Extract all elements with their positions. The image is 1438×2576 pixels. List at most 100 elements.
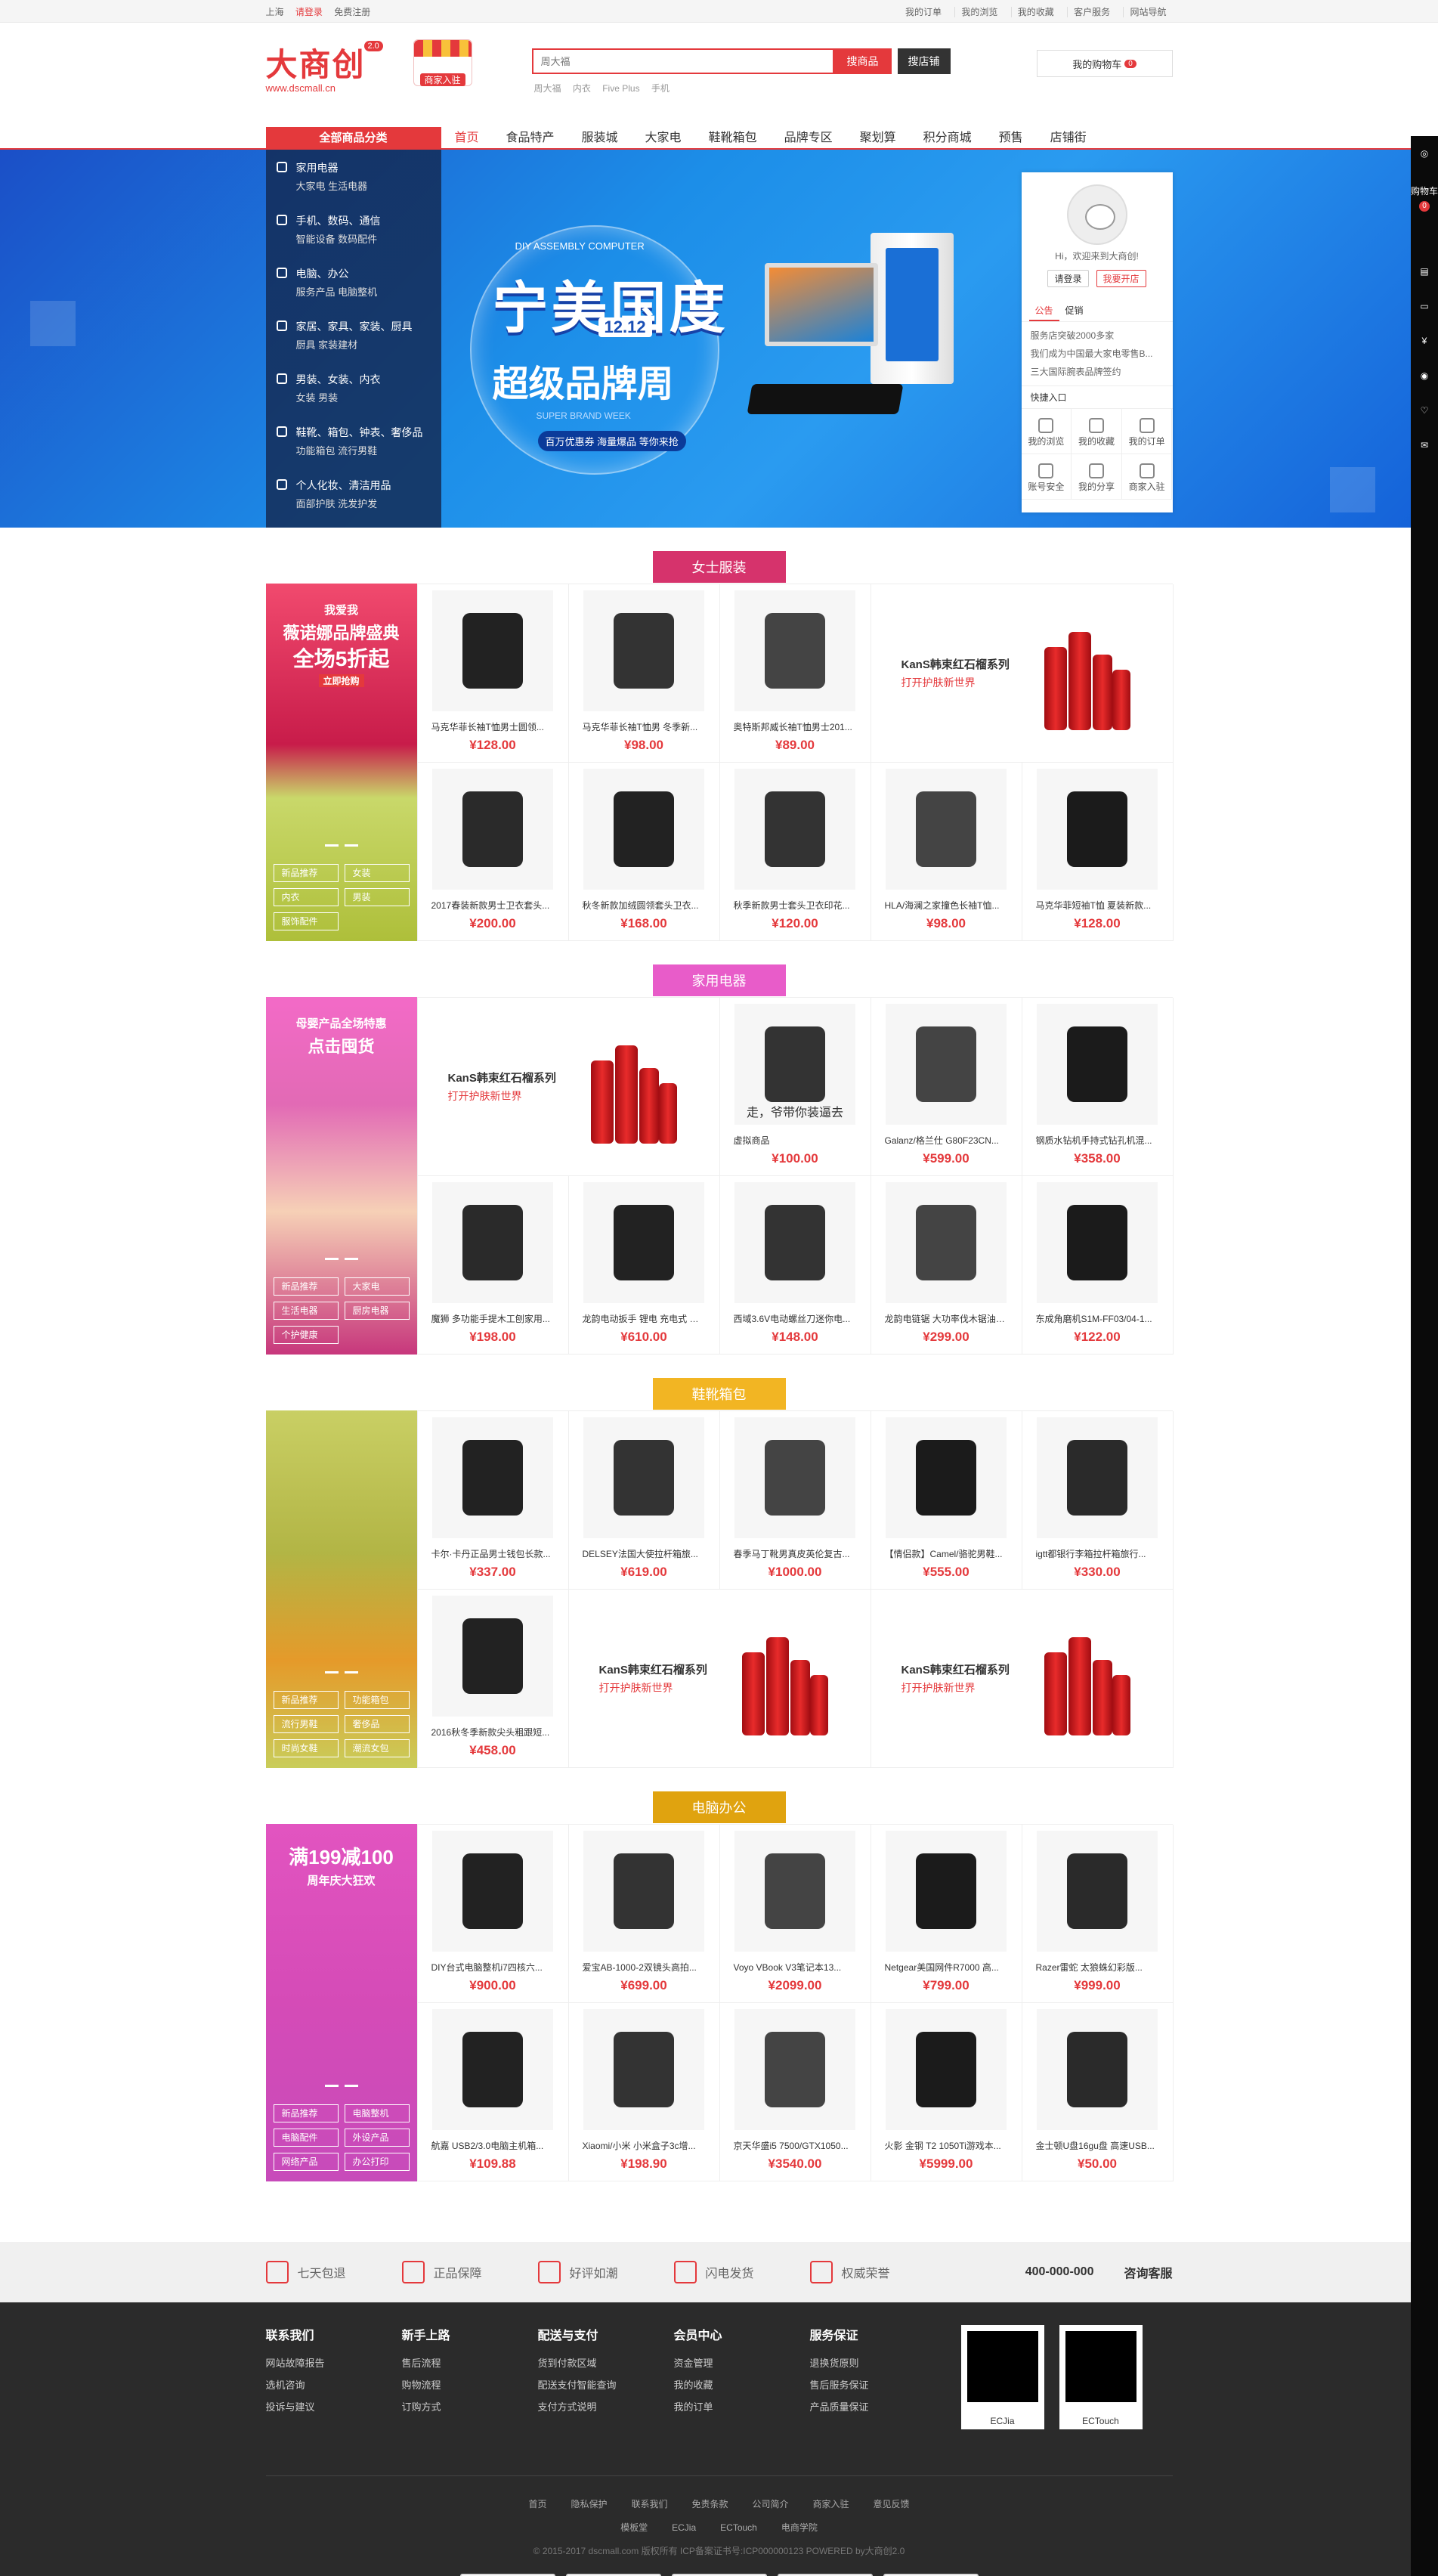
floor-tag[interactable]: 男装 bbox=[344, 888, 410, 906]
footer-link[interactable]: 售后服务保证 bbox=[810, 2377, 946, 2392]
tab-announcement[interactable]: 公告 bbox=[1028, 301, 1059, 321]
footer-link[interactable]: 网站故障报告 bbox=[266, 2355, 402, 2370]
product-image[interactable] bbox=[1037, 769, 1158, 890]
product-image[interactable] bbox=[886, 1182, 1007, 1303]
product-cell[interactable]: igtt都银行李箱拉杆箱旅行... ¥330.00 bbox=[1022, 1411, 1174, 1590]
product-image[interactable] bbox=[886, 1417, 1007, 1538]
product-cell[interactable]: 西域3.6V电动螺丝刀迷你电... ¥148.00 bbox=[719, 1176, 871, 1355]
nav-item[interactable]: 大家电 bbox=[632, 127, 695, 150]
heart-icon[interactable]: ♡ bbox=[1411, 393, 1438, 428]
login-link[interactable]: 请登录 bbox=[295, 7, 323, 17]
product-image[interactable] bbox=[734, 1417, 855, 1538]
product-image[interactable] bbox=[432, 1831, 553, 1952]
category-item[interactable]: 家用电器 大家电 生活电器 bbox=[266, 150, 441, 203]
promo-cell[interactable]: KanS韩束红石榴系列 打开护肤新世界 bbox=[568, 1590, 871, 1768]
product-name[interactable]: 秋冬新款加绒圆领套头卫衣... bbox=[569, 890, 719, 912]
product-name[interactable]: Voyo VBook V3笔记本13... bbox=[720, 1952, 871, 1974]
hero-banner[interactable]: 家用电器 大家电 生活电器 手机、数码、通信 智能设备 数码配件 电脑、办公 服务产品… bbox=[0, 150, 1438, 528]
shortcut-merchant[interactable]: 商家入驻 bbox=[1121, 454, 1173, 500]
product-cell[interactable]: Netgear美国网件R7000 高... ¥799.00 bbox=[871, 1825, 1022, 2003]
category-item[interactable]: 电脑、办公 服务产品 电脑整机 bbox=[266, 255, 441, 308]
footer-bottom-link[interactable]: ECJia bbox=[672, 2522, 696, 2533]
product-name[interactable]: DELSEY法国大使拉杆箱旅... bbox=[569, 1538, 719, 1560]
nav-item[interactable]: 服装城 bbox=[568, 127, 632, 150]
search-input[interactable] bbox=[531, 48, 834, 74]
news-item[interactable]: 我们成为中国最大家电零售B... bbox=[1031, 345, 1164, 363]
product-name[interactable]: 马克华菲短袖T恤 夏装新款... bbox=[1022, 890, 1173, 912]
product-image[interactable] bbox=[583, 1182, 704, 1303]
promo-cell[interactable]: KanS韩束红石榴系列 打开护肤新世界 bbox=[871, 584, 1174, 763]
product-image[interactable] bbox=[1037, 1417, 1158, 1538]
product-name[interactable]: igtt都银行李箱拉杆箱旅行... bbox=[1022, 1538, 1173, 1560]
nav-item[interactable]: 店铺街 bbox=[1037, 127, 1100, 150]
all-categories-button[interactable]: 全部商品分类 bbox=[265, 127, 441, 150]
product-image[interactable] bbox=[1037, 1182, 1158, 1303]
footer-bottom-link[interactable]: 首页 bbox=[528, 2499, 546, 2509]
carousel-dots[interactable] bbox=[266, 837, 417, 850]
money-icon[interactable]: ¥ bbox=[1411, 324, 1438, 358]
product-cell[interactable]: 航嘉 USB2/3.0电脑主机箱... ¥109.88 bbox=[417, 2003, 569, 2181]
product-name[interactable]: 龙韵电动扳手 锂电 充电式 无... bbox=[569, 1303, 719, 1325]
product-image[interactable] bbox=[886, 2009, 1007, 2130]
floor-tag[interactable]: 新品推荐 bbox=[273, 1277, 339, 1296]
product-name[interactable]: 春季马丁靴男真皮英伦复古... bbox=[720, 1538, 871, 1560]
floor-tag[interactable]: 新品推荐 bbox=[273, 2104, 339, 2122]
floor-tag[interactable]: 生活电器 bbox=[273, 1302, 339, 1320]
product-name[interactable]: Razer雷蛇 太狼蛛幻彩版... bbox=[1022, 1952, 1173, 1974]
eye-icon[interactable]: ◉ bbox=[1411, 358, 1438, 393]
product-image[interactable] bbox=[583, 1831, 704, 1952]
floor-tag[interactable]: 电脑整机 bbox=[344, 2104, 410, 2122]
floor-tag[interactable]: 电脑配件 bbox=[273, 2129, 339, 2147]
product-cell[interactable]: 东成角磨机S1M-FF03/04-1... ¥122.00 bbox=[1022, 1176, 1174, 1355]
product-cell[interactable]: 奥特斯邦威长袖T恤男士201... ¥89.00 bbox=[719, 584, 871, 763]
shortcut-favorites[interactable]: 我的收藏 bbox=[1072, 409, 1122, 454]
product-cell[interactable]: 秋冬新款加绒圆领套头卫衣... ¥168.00 bbox=[568, 763, 720, 941]
product-image[interactable] bbox=[583, 590, 704, 711]
nav-item[interactable]: 品牌专区 bbox=[771, 127, 846, 150]
qr-code[interactable]: ECJia bbox=[960, 2325, 1044, 2475]
assets-icon[interactable]: ▤ bbox=[1411, 254, 1438, 289]
product-name[interactable]: 2017春装新款男士卫衣套头... bbox=[418, 890, 568, 912]
product-image[interactable]: 走，爷带你装逼去 bbox=[734, 1004, 855, 1125]
footer-link[interactable]: 产品质量保证 bbox=[810, 2399, 946, 2413]
product-image[interactable] bbox=[886, 1831, 1007, 1952]
footer-link[interactable]: 货到付款区域 bbox=[538, 2355, 674, 2370]
floor-tag[interactable]: 厨房电器 bbox=[344, 1302, 410, 1320]
product-cell[interactable]: 2016秋冬季新款尖头粗跟短... ¥458.00 bbox=[417, 1590, 569, 1768]
product-name[interactable]: 西域3.6V电动螺丝刀迷你电... bbox=[720, 1303, 871, 1325]
my-history-link[interactable]: 我的浏览 bbox=[954, 6, 1004, 17]
shortcut-history[interactable]: 我的浏览 bbox=[1021, 409, 1072, 454]
product-cell[interactable]: 京天华盛i5 7500/GTX1050... ¥3540.00 bbox=[719, 2003, 871, 2181]
footer-bottom-link[interactable]: 商家入驻 bbox=[813, 2499, 849, 2509]
product-image[interactable] bbox=[583, 2009, 704, 2130]
product-cell[interactable]: 春季马丁靴男真皮英伦复古... ¥1000.00 bbox=[719, 1411, 871, 1590]
product-cell[interactable]: Xiaomi/小米 小米盒子3c增... ¥198.90 bbox=[568, 2003, 720, 2181]
product-image[interactable] bbox=[583, 1417, 704, 1538]
carousel-dots[interactable] bbox=[266, 1250, 417, 1264]
product-cell[interactable]: 爱宝AB-1000-2双镜头高拍... ¥699.00 bbox=[568, 1825, 720, 2003]
floor-tag[interactable]: 流行男鞋 bbox=[273, 1715, 339, 1733]
floor-tag[interactable]: 内衣 bbox=[273, 888, 339, 906]
product-name[interactable]: 马克华菲长袖T恤男士圆领... bbox=[418, 711, 568, 733]
cart-button[interactable]: 我的购物车 0 bbox=[1036, 50, 1173, 77]
product-cell[interactable]: DIY台式电脑整机i7四核六... ¥900.00 bbox=[417, 1825, 569, 2003]
tab-promotion[interactable]: 促销 bbox=[1059, 301, 1090, 321]
product-name[interactable]: 奥特斯邦威长袖T恤男士201... bbox=[720, 711, 871, 733]
floor-ad-banner[interactable]: 母婴产品全场特惠 点击囤货 新品推荐 大家电 生活电器 厨房电器 个护健康 bbox=[265, 997, 417, 1355]
footer-bottom-link[interactable]: 隐私保护 bbox=[571, 2499, 607, 2509]
nav-item[interactable]: 鞋靴箱包 bbox=[695, 127, 771, 150]
footer-bottom-link[interactable]: ECTouch bbox=[720, 2522, 757, 2533]
product-name[interactable]: 金士顿U盘16gu盘 高速USB... bbox=[1022, 2130, 1173, 2152]
product-image[interactable] bbox=[734, 590, 855, 711]
product-cell[interactable]: 金士顿U盘16gu盘 高速USB... ¥50.00 bbox=[1022, 2003, 1174, 2181]
floor-tag[interactable]: 个护健康 bbox=[273, 1326, 339, 1344]
product-image[interactable] bbox=[1037, 1831, 1158, 1952]
floor-tag[interactable]: 时尚女鞋 bbox=[273, 1739, 339, 1757]
floor-tag[interactable]: 办公打印 bbox=[344, 2153, 410, 2171]
customer-service-link[interactable]: 客户服务 bbox=[1067, 6, 1117, 17]
product-name[interactable]: Galanz/格兰仕 G80F23CN... bbox=[871, 1125, 1022, 1147]
product-cell[interactable]: 火影 金钢 T2 1050Ti游戏本... ¥5999.00 bbox=[871, 2003, 1022, 2181]
panel-login-button[interactable]: 请登录 bbox=[1047, 270, 1089, 287]
footer-link[interactable]: 售后流程 bbox=[402, 2355, 538, 2370]
product-cell[interactable]: HLA/海澜之家撞色长袖T恤... ¥98.00 bbox=[871, 763, 1022, 941]
